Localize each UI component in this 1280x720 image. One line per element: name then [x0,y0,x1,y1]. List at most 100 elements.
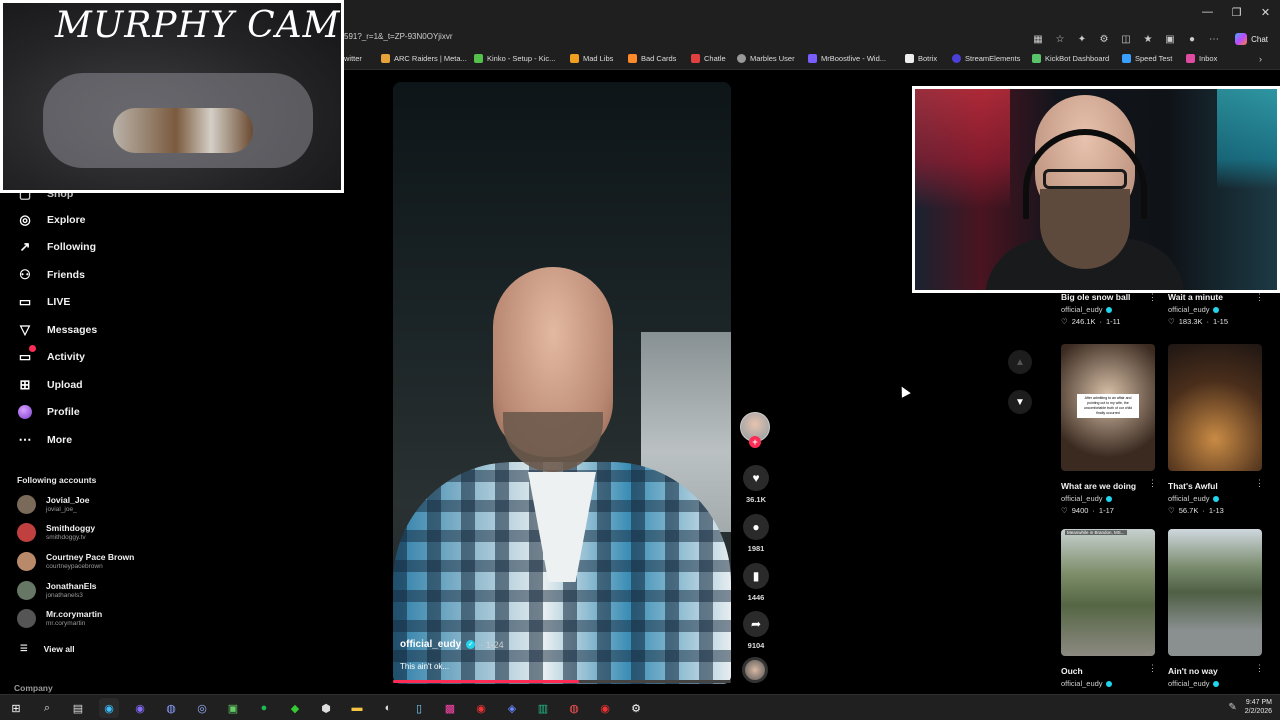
previous-video-button[interactable]: ▲ [1008,350,1032,374]
app-icon[interactable]: ◉ [471,698,491,718]
bookmark-item[interactable]: Mad Libs [570,54,613,63]
verified-icon [1105,306,1112,313]
settings-gear-icon[interactable]: ⚙ [626,698,646,718]
related-video-card[interactable]: Wait a minute ⋮ official_eudy ♡ 183.3K · 1-… [1168,292,1264,326]
follow-plus-icon[interactable]: + [749,436,761,448]
minecraft-icon[interactable]: ▣ [223,698,243,718]
more-options-icon[interactable]: ⋮ [1255,478,1264,489]
bookmark-item[interactable]: Bad Cards [628,54,676,63]
app-icon[interactable]: ◎ [192,698,212,718]
app-icon[interactable]: ◈ [502,698,522,718]
comment-button[interactable]: ● 1981 [740,514,772,553]
bookmark-item[interactable]: StreamElements [952,54,1020,63]
app-icon[interactable]: ◆ [285,698,305,718]
bookmarks-more-chevron-icon[interactable]: › [1259,54,1262,64]
related-video-card[interactable]: After admitting to an affair and pointin… [1061,344,1157,515]
share-button[interactable]: ➦ 9104 [740,611,772,650]
minimize-icon[interactable]: — [1193,0,1222,24]
video-author[interactable]: official_eudy ✓ · 1-24 [400,639,504,650]
sidebar-item-more[interactable]: ⋯ More [17,432,73,448]
apps-icon[interactable]: ▦ [1030,31,1046,47]
bookmark-item[interactable]: Kinko - Setup - Kic... [474,54,555,63]
sidebar-item-following[interactable]: ↗ Following [17,239,96,255]
sidebar-item-live[interactable]: ▭ LIVE [17,294,71,310]
sidebar-item-friends[interactable]: ⚇ Friends [17,267,85,283]
share-arrow-icon: ➦ [743,611,769,637]
taskbar-clock[interactable]: 9:47 PM 2/2/2026 [1245,698,1272,716]
video-thumbnail[interactable] [1168,529,1262,656]
video-thumbnail[interactable]: Meanwhile in Brandon, MS... [1061,529,1155,656]
split-screen-icon[interactable]: ◫ [1118,31,1134,47]
sleeping-dog-image [113,108,253,153]
more-options-icon[interactable]: ⋮ [1255,292,1264,303]
following-account[interactable]: Mr.corymartin mr.corymartin [17,609,102,628]
bookmark-item[interactable]: Inbox [1186,54,1217,63]
save-button[interactable]: ▮ 1446 [740,563,772,602]
related-video-card[interactable]: Meanwhile in Brandon, MS... Ouch ⋮ offic… [1061,529,1157,688]
bookmark-item[interactable]: KickBot Dashboard [1032,54,1109,63]
bookmark-item[interactable]: ARC Raiders | Meta... [381,54,467,63]
collections-icon[interactable]: ▣ [1162,31,1178,47]
next-video-button[interactable]: ▼ [1008,390,1032,414]
app-icon[interactable]: ◉ [595,698,615,718]
bookmark-item[interactable]: Chatle [691,54,726,63]
sidebar-item-activity[interactable]: ▭ Activity [17,345,85,365]
following-account[interactable]: JonathanEls jonathanels3 [17,581,97,600]
extensions-puzzle-icon[interactable]: ⚙ [1096,31,1112,47]
view-all-button[interactable]: ☰ View all [20,643,75,654]
related-video-card[interactable]: Ain't no way ⋮ official_eudy [1168,529,1264,688]
sidebar-item-messages[interactable]: ▽ Messages [17,322,97,338]
app-icon[interactable]: ◍ [564,698,584,718]
related-video-card[interactable]: That's Awful ⋮ official_eudy ♡ 56.7K · 1-13 [1168,344,1264,515]
video-progress-bar[interactable] [393,680,731,683]
task-view-icon[interactable]: ▤ [68,698,88,718]
app-icon[interactable]: ◐ [378,698,398,718]
more-options-icon[interactable]: ⋮ [1255,663,1264,674]
app-icon[interactable]: ▯ [409,698,429,718]
extension-icon[interactable]: ✦ [1074,31,1090,47]
sidebar-item-explore[interactable]: ◎ Explore [17,212,85,228]
favorite-star-icon[interactable]: ☆ [1052,31,1068,47]
more-options-icon[interactable]: ⋮ [1148,663,1157,674]
bookmark-item[interactable]: Speed Test [1122,54,1172,63]
app-icon[interactable]: ▥ [533,698,553,718]
like-button[interactable]: ♥ 36.1K [740,465,772,504]
more-options-icon[interactable]: ⋮ [1148,478,1157,489]
more-icon[interactable]: ⋯ [1206,31,1222,47]
copilot-chat-button[interactable]: Chat [1231,31,1272,47]
windows-start-icon[interactable]: ⊞ [6,698,26,718]
following-account[interactable]: Smithdoggy smithdoggy.tv [17,523,95,542]
bookmark-item[interactable]: Botrix [905,54,937,63]
restore-icon[interactable]: ❐ [1222,0,1251,24]
bookmark-item[interactable]: Marbles User [737,54,795,63]
more-options-icon[interactable]: ⋮ [1148,292,1157,303]
obs-icon[interactable]: ◉ [130,698,150,718]
user-avatar-icon[interactable]: ● [1184,31,1200,47]
app-icon[interactable]: ▩ [440,698,460,718]
discord-icon[interactable]: ◍ [161,698,181,718]
video-player[interactable] [393,82,731,684]
file-explorer-icon[interactable]: ▬ [347,698,367,718]
close-icon[interactable]: ✕ [1251,0,1280,24]
company-link[interactable]: Company [14,683,53,693]
favorites-icon[interactable]: ★ [1140,31,1156,47]
search-icon[interactable]: ⌕ [37,698,57,718]
following-account[interactable]: Jovial_Joe jovial_joe_ [17,495,89,514]
sidebar-item-profile[interactable]: Profile [17,404,80,420]
following-account[interactable]: Courtney Pace Brown courtneypacebrown [17,552,134,571]
bookmark-item[interactable]: MrBoostlive - Wid... [808,54,886,63]
video-thumbnail[interactable]: After admitting to an affair and pointin… [1061,344,1155,471]
app-icon[interactable]: ⬢ [316,698,336,718]
bookmark-item[interactable]: witter [344,54,362,63]
sidebar-item-upload[interactable]: ⊞ Upload [17,377,83,393]
url-field[interactable]: 591?_r=1&_t=ZP-93N0OYjixvr [344,32,453,41]
music-disc-avatar[interactable] [742,657,768,683]
video-thumbnail[interactable] [1168,344,1262,471]
pen-icon[interactable]: ✎ [1228,702,1236,713]
ellipsis-icon: ⋯ [18,432,32,447]
spotify-icon[interactable]: ● [254,698,274,718]
related-video-card[interactable]: Big ole snow ball ⋮ official_eudy ♡ 246.1… [1061,292,1157,326]
edge-browser-icon[interactable]: ◉ [99,698,119,718]
arrow-follow-icon: ↗ [19,239,31,254]
live-icon: ▭ [18,294,32,309]
